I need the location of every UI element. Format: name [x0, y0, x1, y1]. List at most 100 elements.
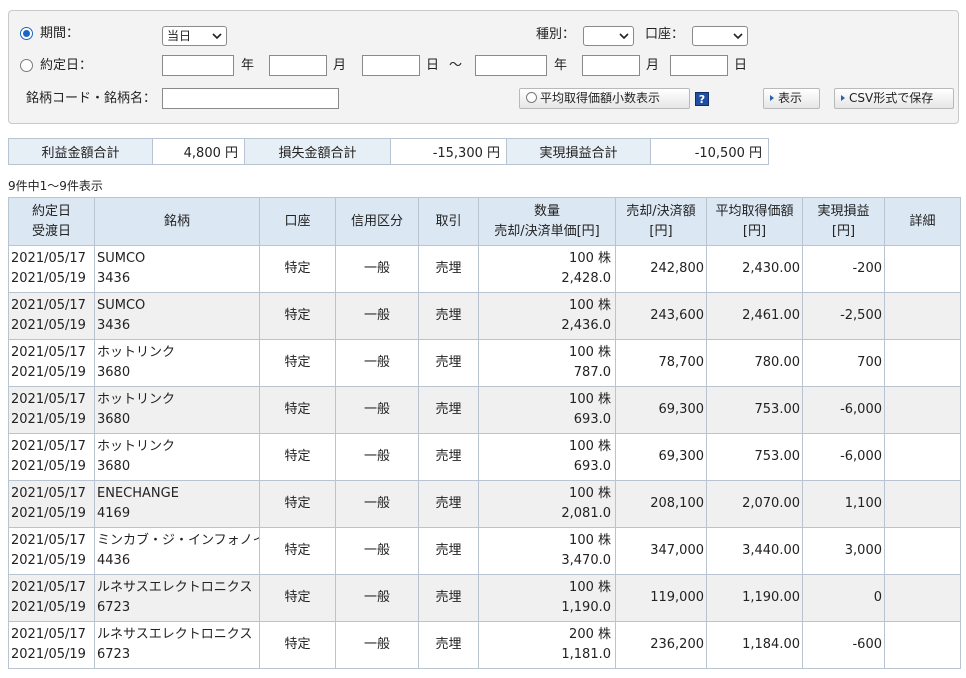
- detail-cell: [884, 433, 961, 481]
- stock-name: ルネサスエレクトロニクス: [97, 580, 253, 595]
- realized-pl-cell: 0: [802, 574, 885, 622]
- summary-table: 利益金額合計 4,800 円 損失金額合計 -15,300 円 実現損益合計 -…: [8, 138, 769, 165]
- header-amount-label: 売却/決済額: [626, 203, 696, 219]
- profit-total-value: 4,800 円: [152, 138, 245, 165]
- help-icon[interactable]: ?: [695, 92, 709, 106]
- date-cell: 2021/05/17 2021/05/19: [8, 339, 95, 387]
- account-label: 口座：: [645, 27, 685, 42]
- from-year-input[interactable]: [162, 55, 234, 76]
- header-amount-unit: [円]: [649, 223, 673, 239]
- date-cell: 2021/05/17 2021/05/19: [8, 245, 95, 293]
- avg-decimal-toggle[interactable]: 平均取得価額小数表示: [519, 88, 690, 109]
- chevron-down-icon: [733, 33, 743, 40]
- detail-cell: [884, 339, 961, 387]
- period-radio[interactable]: [20, 27, 33, 40]
- from-day-input[interactable]: [362, 55, 420, 76]
- result-count: 9件中1〜9件表示: [8, 179, 103, 193]
- delivery-date: 2021/05/19: [11, 365, 86, 380]
- loss-total-label: 損失金額合計: [244, 138, 391, 165]
- header-credit[interactable]: 信用区分: [335, 197, 419, 246]
- realized-pl-cell: -6,000: [802, 433, 885, 481]
- realized-pl-cell: 3,000: [802, 527, 885, 575]
- account-cell: 特定: [259, 621, 336, 669]
- quantity: 100 株: [569, 580, 611, 595]
- unit-price: 3,470.0: [561, 553, 611, 568]
- account-cell: 特定: [259, 292, 336, 340]
- month-label: 月: [333, 58, 347, 73]
- type-label: 種別：: [536, 27, 576, 42]
- contract-date: 2021/05/17: [11, 533, 86, 548]
- header-trade[interactable]: 取引: [418, 197, 479, 246]
- delivery-date: 2021/05/19: [11, 318, 86, 333]
- contract-date-label: 約定日：: [40, 58, 93, 73]
- day-label: 日: [426, 58, 440, 73]
- header-dates[interactable]: 約定日 受渡日: [8, 197, 95, 246]
- account-cell: 特定: [259, 527, 336, 575]
- credit-cell: 一般: [335, 574, 419, 622]
- show-button[interactable]: 表示: [763, 88, 820, 109]
- trade-cell: 売埋: [418, 339, 479, 387]
- date-cell: 2021/05/17 2021/05/19: [8, 386, 95, 434]
- quantity-cell: 100 株 1,190.0: [478, 574, 616, 622]
- stock-cell: ルネサスエレクトロニクス 6723: [94, 621, 260, 669]
- unit-price: 2,436.0: [561, 318, 611, 333]
- contract-date: 2021/05/17: [11, 439, 86, 454]
- realized-pl-cell: 1,100: [802, 480, 885, 528]
- show-button-label: 表示: [778, 91, 803, 105]
- stock-cell: ルネサスエレクトロニクス 6723: [94, 574, 260, 622]
- date-cell: 2021/05/17 2021/05/19: [8, 433, 95, 481]
- day-label: 日: [734, 58, 748, 73]
- stock-code: 6723: [97, 647, 131, 662]
- year-label: 年: [241, 58, 255, 73]
- date-cell: 2021/05/17 2021/05/19: [8, 527, 95, 575]
- header-quantity-price[interactable]: 数量 売却/決済単価[円]: [478, 197, 616, 246]
- quantity: 200 株: [569, 627, 611, 642]
- avg-decimal-radio[interactable]: [526, 92, 537, 103]
- header-unit-price: 売却/決済単価[円]: [494, 223, 600, 239]
- credit-cell: 一般: [335, 292, 419, 340]
- month-label: 月: [646, 58, 660, 73]
- from-month-input[interactable]: [269, 55, 327, 76]
- header-realized-pl[interactable]: 実現損益 [円]: [802, 197, 885, 246]
- delivery-date: 2021/05/19: [11, 271, 86, 286]
- to-month-input[interactable]: [582, 55, 640, 76]
- realized-pl-cell: -2,500: [802, 292, 885, 340]
- credit-cell: 一般: [335, 339, 419, 387]
- trade-history-table: 約定日 受渡日 銘柄 口座 信用区分 取引 数量 売却/決済単価[円] 売却/決済額…: [8, 197, 961, 669]
- avg-price-cell: 2,070.00: [706, 480, 803, 528]
- period-select[interactable]: 当日: [162, 26, 227, 46]
- realized-pl-cell: -200: [802, 245, 885, 293]
- csv-button[interactable]: CSV形式で保存: [834, 88, 954, 109]
- header-amount[interactable]: 売却/決済額 [円]: [615, 197, 707, 246]
- table-row: 2021/05/17 2021/05/19 ミンカブ・ジ・インフォノイト 4436 特定…: [8, 527, 961, 575]
- header-avg-price-unit: [円]: [742, 223, 767, 239]
- header-name[interactable]: 銘柄: [94, 197, 260, 246]
- account-cell: 特定: [259, 480, 336, 528]
- account-select[interactable]: [692, 26, 748, 46]
- table-row: 2021/05/17 2021/05/19 ホットリンク 3680 特定 一般 売埋 100 …: [8, 433, 961, 481]
- to-day-input[interactable]: [670, 55, 728, 76]
- realized-pl-cell: 700: [802, 339, 885, 387]
- table-row: 2021/05/17 2021/05/19 SUMCO 3436 特定 一般 売埋 100 株…: [8, 292, 961, 340]
- profit-total-label: 利益金額合計: [8, 138, 153, 165]
- unit-price: 2,081.0: [561, 506, 611, 521]
- detail-cell: [884, 245, 961, 293]
- header-avg-price[interactable]: 平均取得価額 [円]: [706, 197, 803, 246]
- quantity-cell: 100 株 693.0: [478, 386, 616, 434]
- avg-price-cell: 780.00: [706, 339, 803, 387]
- contract-date-radio[interactable]: [20, 59, 33, 72]
- credit-cell: 一般: [335, 245, 419, 293]
- header-detail: 詳細: [884, 197, 961, 246]
- contract-date: 2021/05/17: [11, 486, 86, 501]
- stock-code: 3680: [97, 412, 131, 427]
- header-pl-label: 実現損益: [817, 203, 870, 219]
- amount-cell: 69,300: [615, 433, 707, 481]
- stock-code: 3680: [97, 459, 131, 474]
- header-account[interactable]: 口座: [259, 197, 336, 246]
- to-year-input[interactable]: [475, 55, 547, 76]
- unit-price: 693.0: [573, 412, 611, 427]
- unit-price: 1,181.0: [561, 647, 611, 662]
- code-name-input[interactable]: [162, 88, 339, 109]
- amount-cell: 69,300: [615, 386, 707, 434]
- type-select[interactable]: [583, 26, 634, 46]
